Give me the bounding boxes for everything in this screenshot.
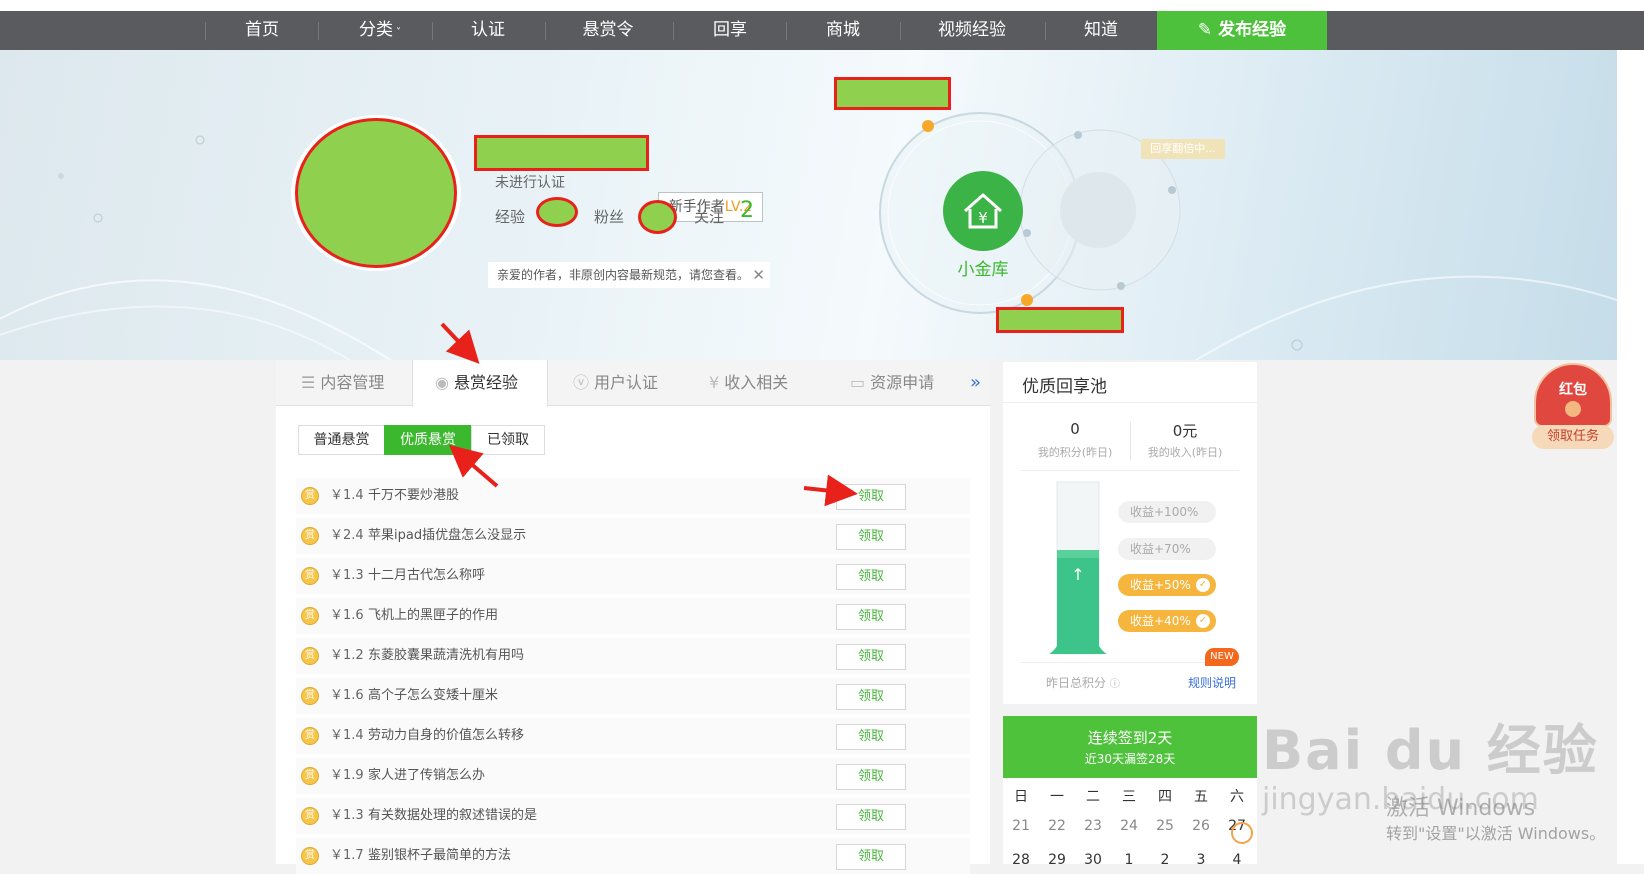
activate-windows-title: 激活 Windows — [1386, 796, 1536, 821]
activate-windows-sub: 转到"设置"以激活 Windows。 — [1386, 824, 1606, 843]
baidu-watermark: Bai du 经验 — [1262, 719, 1599, 782]
